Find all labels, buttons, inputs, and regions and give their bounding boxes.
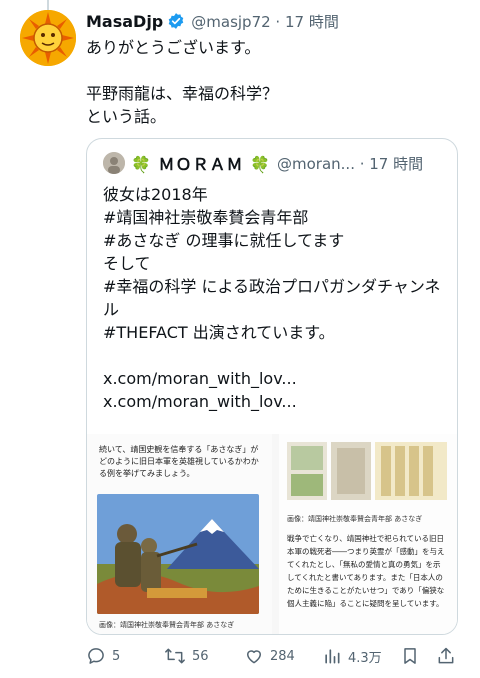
quote-text: 彼女は2018年 #靖国神社崇敬奉賛会青年部 #あさなぎ の理事に就任してます …: [103, 183, 443, 413]
bookmark-button[interactable]: [400, 646, 420, 666]
views-button[interactable]: 4.3万: [322, 646, 382, 666]
quote-display-name[interactable]: 🍀 ＭＯＲＡＭ 🍀: [131, 151, 271, 175]
document-screenshot-left: 続いて、靖国史観を信奉する「あさなぎ」がどのように旧日本軍を英雄視しているかわか…: [87, 434, 272, 634]
tweet-text: ありがとうございます。 平野雨龍は、幸福の科学？ という話。: [86, 36, 466, 128]
hashtag-link[interactable]: #靖国神社崇敬奉賛会青年部: [103, 206, 443, 229]
views-icon: [325, 649, 340, 664]
avatar[interactable]: [20, 10, 76, 66]
reply-button[interactable]: 5: [86, 646, 120, 666]
quote-line: #THEFACT 出演されています。: [103, 323, 335, 342]
handle-timestamp[interactable]: @masjp72 · 17 時間: [191, 11, 339, 32]
like-button[interactable]: 284: [244, 646, 295, 666]
sun-avatar-icon: [20, 10, 76, 66]
verified-badge-icon: [167, 12, 185, 30]
quote-line: #あさなぎ の理事に就任してます: [103, 231, 345, 250]
tweet-line: ありがとうございます。: [86, 38, 261, 57]
image-caption: 画像：靖国神社崇敬奉賛会青年部 あさなぎ: [287, 515, 423, 523]
repost-count: 56: [192, 648, 209, 664]
document-paragraph: 続いて、靖国史観を信奉する「あさなぎ」がどのように旧日本軍を英雄視しているかわか…: [99, 445, 259, 478]
display-name[interactable]: MasaDjp: [86, 12, 163, 31]
reply-count: 5: [112, 648, 121, 664]
image-caption: 画像：靖国神社崇敬奉賛会青年部 あさなぎ: [99, 621, 235, 629]
action-bar: 5 56 284 4.3万: [86, 646, 456, 668]
like-count: 284: [270, 648, 295, 664]
bookmark-icon: [404, 648, 416, 664]
quote-media-image[interactable]: 続いて、靖国史観を信奉する「あさなぎ」がどのように旧日本軍を英雄視しているかわか…: [87, 434, 457, 634]
view-count: 4.3万: [348, 650, 382, 666]
tweet-line: 平野雨龍は、幸福の科学？: [86, 84, 279, 103]
quote-header: 🍀 ＭＯＲＡＭ 🍀 @moran... · 17 時間: [103, 151, 423, 175]
tweet-line: [86, 59, 466, 82]
quoted-tweet-card[interactable]: 🍀 ＭＯＲＡＭ 🍀 @moran... · 17 時間 彼女は2018年 #靖国…: [86, 138, 458, 635]
repost-button[interactable]: 56: [164, 646, 209, 666]
document-paragraph: 戦争で亡くなり、靖国神社で祀られている旧日本軍の戦死者――つまり英霊が「感動」を…: [287, 534, 445, 608]
reply-icon: [88, 648, 104, 664]
quote-handle-timestamp[interactable]: @moran... · 17 時間: [277, 153, 423, 174]
tweet-line: という話。: [86, 107, 167, 126]
quote-links[interactable]: x.com/moran_with_lov... x.com/moran_with…: [103, 367, 443, 413]
document-screenshot-right: 画像：靖国神社崇敬奉賛会青年部 あさなぎ 戦争で亡くなり、靖国神社で祀られている…: [279, 434, 457, 634]
quote-line: そして: [103, 254, 151, 273]
share-button[interactable]: [436, 646, 456, 666]
soldier-painting-image: [97, 494, 259, 614]
photo-collage-image: [287, 442, 447, 500]
tweet-header: MasaDjp @masjp72 · 17 時間: [86, 10, 339, 32]
repost-icon: [165, 648, 185, 664]
quote-line: 彼女は2018年: [103, 185, 208, 204]
thread-connector-line: [47, 0, 49, 10]
quote-avatar[interactable]: [103, 152, 125, 174]
share-icon: [438, 647, 454, 664]
quote-line: #幸福の科学 による政治プロパガンダチャンネル: [103, 277, 441, 319]
like-icon: [247, 650, 261, 664]
